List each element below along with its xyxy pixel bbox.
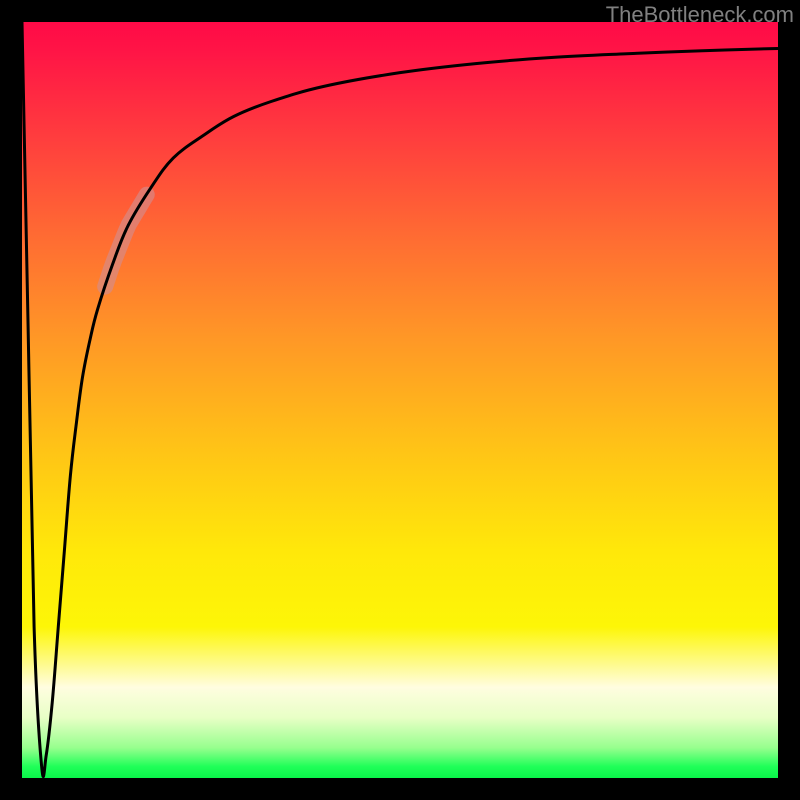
watermark-text: TheBottleneck.com [606,2,794,28]
main-curve-path [22,22,778,777]
chart-container: TheBottleneck.com [0,0,800,800]
plot-area [22,22,778,778]
curve-svg [22,22,778,778]
highlight-segment [105,195,147,287]
